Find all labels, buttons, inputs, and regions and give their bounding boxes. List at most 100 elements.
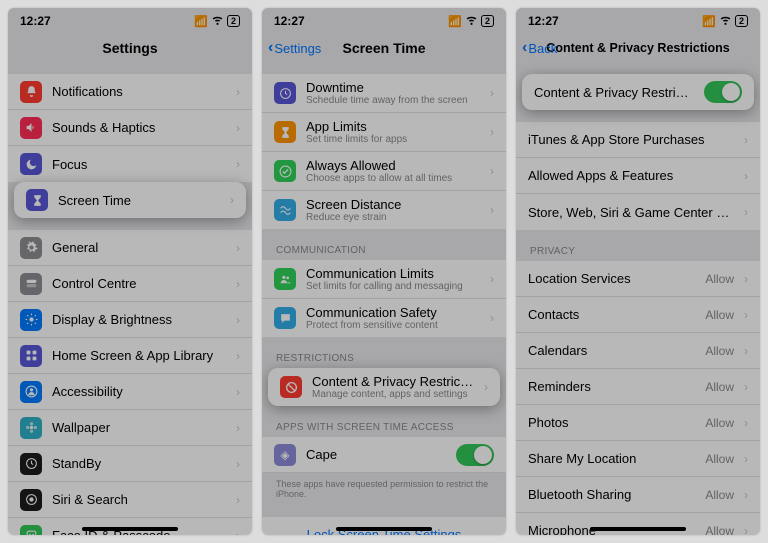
siri-icon [20, 489, 42, 511]
row-item-5[interactable]: Share My LocationAllow› [516, 441, 760, 477]
row-wallpaper[interactable]: Wallpaper› [8, 410, 252, 446]
row-alwaysallowed[interactable]: Always AllowedChoose apps to allow at al… [262, 152, 506, 191]
statusbar: 12:27 📶 2 [516, 8, 760, 34]
chevron-right-icon: › [490, 125, 494, 139]
row-item-2[interactable]: CalendarsAllow› [516, 333, 760, 369]
grid-icon [20, 345, 42, 367]
row-label: Share My Location [528, 451, 695, 466]
section-header-apps-access: APPS WITH SCREEN TIME ACCESS [262, 418, 506, 437]
row-focus[interactable]: Focus› [8, 146, 252, 182]
row-item-7[interactable]: MicrophoneAllow› [516, 513, 760, 535]
lock-screen-time-link[interactable]: Lock Screen Time Settings [262, 517, 506, 535]
battery-icon: 2 [481, 15, 494, 27]
row-label: Siri & Search [52, 492, 226, 507]
chevron-left-icon: ‹ [522, 39, 527, 57]
status-time: 12:27 [20, 14, 51, 28]
battery-icon: 2 [227, 15, 240, 27]
row-label: Store, Web, Siri & Game Center Content [528, 205, 734, 220]
battery-icon: 2 [735, 15, 748, 27]
row-label: Allowed Apps & Features [528, 168, 734, 183]
row-label: Communication Limits [306, 266, 480, 281]
row-commsafety[interactable]: Communication SafetyProtect from sensiti… [262, 299, 506, 337]
chevron-right-icon: › [744, 133, 748, 147]
row-label: Accessibility [52, 384, 226, 399]
row-item-3[interactable]: RemindersAllow› [516, 369, 760, 405]
chevron-right-icon: › [230, 193, 234, 207]
chevron-right-icon: › [490, 203, 494, 217]
row-label: Content & Privacy Restrictions [534, 85, 694, 100]
row-notifications[interactable]: Notifications› [8, 74, 252, 110]
clock-icon [20, 453, 42, 475]
back-button[interactable]: ‹Back [522, 39, 557, 57]
row-screen-time[interactable]: Screen Time › [14, 182, 246, 218]
section-header-restrictions: RESTRICTIONS [262, 349, 506, 368]
home-indicator[interactable] [336, 527, 432, 531]
row-label: Always Allowed [306, 158, 480, 173]
row-trailing-text: Allow [705, 380, 734, 394]
row-item-2[interactable]: Store, Web, Siri & Game Center Content› [516, 194, 760, 230]
switch-icon [20, 273, 42, 295]
home-indicator[interactable] [590, 527, 686, 531]
back-label: Back [528, 41, 557, 56]
row-label: Communication Safety [306, 305, 480, 320]
row-siri[interactable]: Siri & Search › [8, 482, 252, 518]
row-controlcentre[interactable]: Control Centre› [8, 266, 252, 302]
row-item-0[interactable]: Location ServicesAllow› [516, 261, 760, 297]
status-icons: 📶 2 [194, 13, 240, 29]
row-label: Calendars [528, 343, 695, 358]
row-item-1[interactable]: Allowed Apps & Features› [516, 158, 760, 194]
row-display[interactable]: Display & Brightness› [8, 302, 252, 338]
row-item-0[interactable]: iTunes & App Store Purchases› [516, 122, 760, 158]
back-button[interactable]: ‹Settings [268, 39, 321, 57]
chevron-right-icon: › [236, 313, 240, 327]
row-app-cape[interactable]: ◈ Cape [262, 437, 506, 473]
flower-icon [20, 417, 42, 439]
row-standby[interactable]: StandBy› [8, 446, 252, 482]
row-screendistance[interactable]: Screen DistanceReduce eye strain› [262, 191, 506, 229]
row-general[interactable]: General› [8, 230, 252, 266]
row-accessibility[interactable]: Accessibility› [8, 374, 252, 410]
bubble-icon [274, 307, 296, 329]
row-item-1[interactable]: ContactsAllow› [516, 297, 760, 333]
chevron-right-icon: › [484, 380, 488, 394]
waves-icon [274, 199, 296, 221]
chevron-right-icon: › [744, 308, 748, 322]
row-label: Content & Privacy Restrictions [312, 374, 474, 389]
toggle-cape[interactable] [456, 444, 494, 466]
row-applimits[interactable]: App LimitsSet time limits for apps› [262, 113, 506, 152]
home-indicator[interactable] [82, 527, 178, 531]
row-label: Bluetooth Sharing [528, 487, 695, 502]
app-icon: ◈ [274, 444, 296, 466]
check-icon [274, 160, 296, 182]
row-trailing-text: Allow [705, 524, 734, 536]
footer-note: These apps have requested permission to … [262, 473, 506, 505]
row-subtitle: Manage content, apps and settings [312, 389, 474, 400]
row-label: Location Services [528, 271, 695, 286]
page-title: Screen Time [342, 40, 425, 56]
row-downtime[interactable]: DowntimeSchedule time away from the scre… [262, 74, 506, 113]
row-homescreen[interactable]: Home Screen & App Library› [8, 338, 252, 374]
row-item-4[interactable]: PhotosAllow› [516, 405, 760, 441]
row-label: Contacts [528, 307, 695, 322]
row-content-privacy-restrictions[interactable]: Content & Privacy Restrictions Manage co… [268, 368, 500, 406]
row-label: StandBy [52, 456, 226, 471]
row-subtitle: Reduce eye strain [306, 212, 480, 223]
speaker-icon [20, 117, 42, 139]
toggle-cpr[interactable] [704, 81, 742, 103]
row-item-6[interactable]: Bluetooth SharingAllow› [516, 477, 760, 513]
chevron-right-icon: › [236, 493, 240, 507]
row-sounds[interactable]: Sounds & Haptics› [8, 110, 252, 146]
row-label: Downtime [306, 80, 480, 95]
moon-icon [20, 153, 42, 175]
row-cpr-toggle[interactable]: Content & Privacy Restrictions [522, 74, 754, 110]
section-header-privacy: PRIVACY [516, 242, 760, 261]
chevron-right-icon: › [744, 452, 748, 466]
row-commlimits[interactable]: Communication LimitsSet limits for calli… [262, 260, 506, 299]
hourglass-icon [274, 121, 296, 143]
chevron-right-icon: › [490, 164, 494, 178]
phone-screentime: 12:27 📶 2 ‹Settings Screen Time Downtime… [262, 8, 506, 535]
status-icons: 📶 2 [702, 13, 748, 29]
gear-icon [20, 237, 42, 259]
page-title: Content & Privacy Restrictions [546, 41, 729, 55]
chevron-right-icon: › [490, 86, 494, 100]
